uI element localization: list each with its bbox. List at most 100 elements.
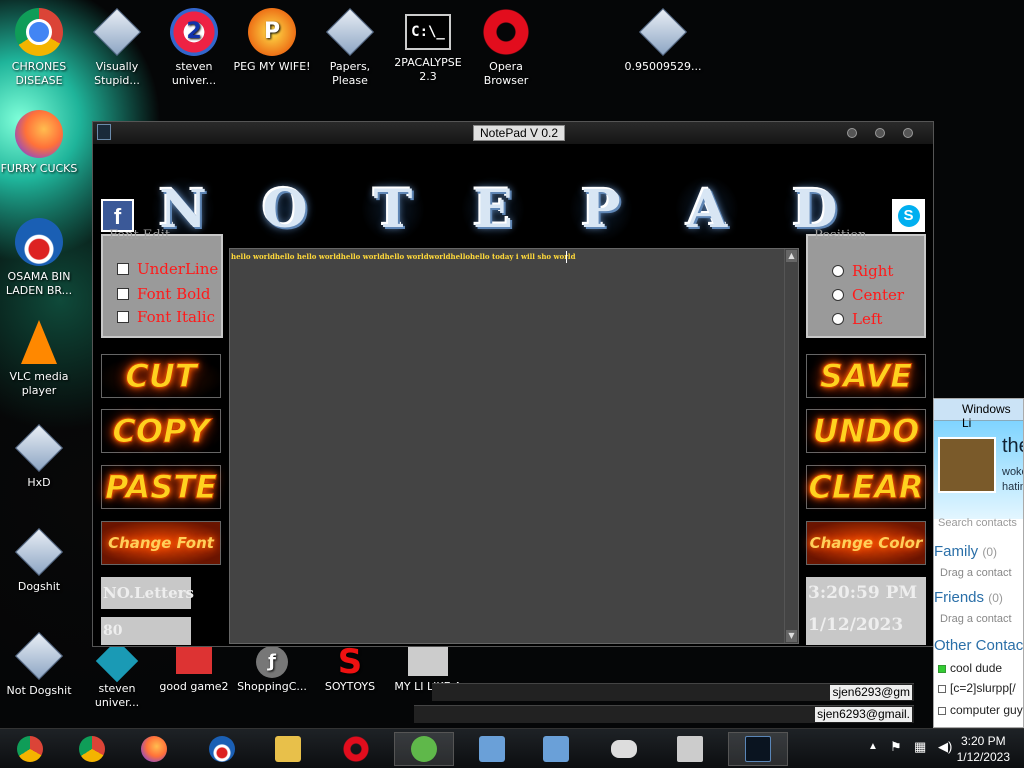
position-group: Position Right Center Left (806, 228, 926, 338)
notepad-window: NotePad V 0.2 f N O T E P A D S Font Edi… (92, 121, 934, 647)
opera-icon (482, 8, 530, 56)
messenger-status[interactable]: woke hatin (1002, 465, 1023, 495)
file-icon (14, 423, 64, 473)
contact-item[interactable]: computer guy (938, 703, 1023, 717)
clock-panel: 3:20:59 PM 1/12/2023 (806, 577, 926, 645)
paste-button[interactable]: PASTE (101, 465, 221, 509)
window-title: NotePad V 0.2 (473, 125, 566, 141)
clear-button[interactable]: CLEAR (806, 465, 926, 509)
taskbar-clock[interactable]: 3:20 PM 1/12/2023 (957, 733, 1010, 765)
taskbar-chrome[interactable] (62, 732, 122, 766)
position-title: Position (814, 228, 867, 243)
save-button[interactable]: SAVE (806, 354, 926, 398)
change-color-button[interactable]: Change Color (806, 521, 926, 565)
chat-window-strip[interactable]: sjen6293@gmail. (414, 705, 914, 723)
messenger-title[interactable]: Windows Li (934, 399, 1023, 430)
desktop-icon-good-game[interactable]: good game2 (155, 646, 233, 694)
letters-count: 80 (101, 617, 191, 645)
group-friends[interactable]: Friends (0) (934, 589, 1003, 606)
file-icon (325, 7, 375, 57)
vertical-scrollbar[interactable]: ▲ ▼ (784, 249, 798, 643)
flag-icon[interactable]: ⚑ (890, 739, 902, 755)
left-radio[interactable]: Left (832, 310, 882, 328)
scroll-up-icon[interactable]: ▲ (786, 250, 797, 262)
change-font-button[interactable]: Change Font (101, 521, 221, 565)
right-radio[interactable]: Right (832, 262, 893, 280)
desktop-icon-visually-stupid[interactable]: Visually Stupid... (78, 7, 156, 88)
desktop-icon-dogshit[interactable]: Dogshit (0, 527, 78, 594)
taskbar-explorer[interactable] (258, 732, 318, 766)
avatar[interactable] (938, 437, 996, 493)
volume-icon[interactable]: ◀) (938, 739, 952, 755)
show-hidden-icon[interactable]: ▲ (868, 741, 878, 752)
logo-letter-p: P (569, 176, 633, 242)
notepad-app-icon (745, 736, 771, 762)
date-display: 1/12/2023 (808, 615, 904, 635)
copy-button[interactable]: COPY (101, 409, 221, 453)
logo-letter-t: T (361, 176, 425, 242)
skype-icon[interactable]: S (892, 199, 925, 232)
taskbar-network-2[interactable] (526, 732, 586, 766)
contact-item[interactable]: cool dude (938, 661, 1002, 675)
close-button[interactable] (903, 128, 913, 138)
desktop-icon-soytoys[interactable]: S SOYTOYS (311, 645, 389, 694)
desktop-icon-number-file[interactable]: 0.95009529... (624, 7, 702, 74)
cmd-icon: C:\_ (405, 14, 451, 50)
italic-checkbox[interactable]: Font Italic (117, 308, 215, 326)
file-icon (638, 7, 688, 57)
offline-status-icon (938, 684, 946, 693)
taskbar-firefox[interactable] (124, 732, 184, 766)
taskbar-obama[interactable] (192, 732, 252, 766)
obama-icon (209, 736, 235, 762)
logo-letter-o: O (253, 176, 317, 242)
underline-checkbox[interactable]: UnderLine (117, 260, 218, 278)
network-status-icon[interactable]: ▦ (914, 739, 926, 755)
start-orb-icon (17, 736, 43, 762)
desktop-icon-furry[interactable]: FURRY CUCKS (0, 110, 78, 176)
taskbar-opera[interactable] (326, 732, 386, 766)
file-icon (408, 646, 448, 676)
text-editor[interactable]: hello worldhello hello worldhello worldh… (229, 248, 799, 644)
obama-icon (15, 218, 63, 266)
group-other[interactable]: Other Contac (934, 637, 1023, 654)
desktop-icon-hxd[interactable]: HxD (0, 423, 78, 490)
font-edit-title: Font Edit (109, 228, 171, 243)
contact-search-input[interactable]: Search contacts (938, 517, 1017, 529)
messenger-name: the (1002, 435, 1023, 457)
desktop-icon-peg[interactable]: P PEG MY WIFE! (233, 8, 311, 74)
bold-checkbox[interactable]: Font Bold (117, 285, 211, 303)
contact-item[interactable]: [c=2]slurpp[/ (938, 681, 1016, 695)
group-family[interactable]: Family (0) (934, 543, 997, 560)
desktop-icon-not-dogshit[interactable]: Not Dogshit (0, 631, 78, 698)
folder-icon (275, 736, 301, 762)
desktop-icon-chrones[interactable]: CHRONES DISEASE (0, 8, 78, 88)
banner: f N O T E P A D S (93, 144, 933, 244)
desktop-icon-steven-2[interactable]: steven univer... (78, 639, 156, 710)
desktop-icon-osama[interactable]: OSAMA BIN LADEN BR... (0, 218, 78, 298)
desktop-icon-shopping[interactable]: ƒ ShoppingC... (233, 646, 311, 694)
desktop-icon-2pacalypse[interactable]: C:\_ 2PACALYPSE 2.3 (389, 8, 467, 84)
scroll-down-icon[interactable]: ▼ (786, 630, 797, 642)
radio-circle (832, 265, 844, 277)
minimize-button[interactable] (847, 128, 857, 138)
maximize-button[interactable] (875, 128, 885, 138)
taskbar-notepad[interactable] (728, 732, 788, 766)
cut-button[interactable]: CUT (101, 354, 221, 398)
start-button[interactable] (0, 732, 60, 766)
desktop-icon-steven-1[interactable]: 2 steven univer... (155, 8, 233, 88)
desktop-icon-opera[interactable]: Opera Browser (467, 8, 545, 88)
taskbar-messenger[interactable] (394, 732, 454, 766)
chrome-icon (79, 736, 105, 762)
taskbar-archive[interactable] (660, 732, 720, 766)
game-icon (176, 646, 212, 674)
desktop-icon-papers-please[interactable]: Papers, Please (311, 7, 389, 88)
chat-window-strip[interactable]: sjen6293@gm (432, 683, 914, 701)
taskbar-gamepad[interactable] (594, 732, 654, 766)
undo-button[interactable]: UNDO (806, 409, 926, 453)
desktop-icon-vlc[interactable]: VLC media player (0, 318, 78, 398)
taskbar: ▲ ⚑ ▦ ◀) 3:20 PM 1/12/2023 (0, 728, 1024, 768)
center-radio[interactable]: Center (832, 286, 904, 304)
file-icon (14, 527, 64, 577)
taskbar-network-1[interactable] (462, 732, 522, 766)
title-bar[interactable]: NotePad V 0.2 (93, 122, 933, 144)
